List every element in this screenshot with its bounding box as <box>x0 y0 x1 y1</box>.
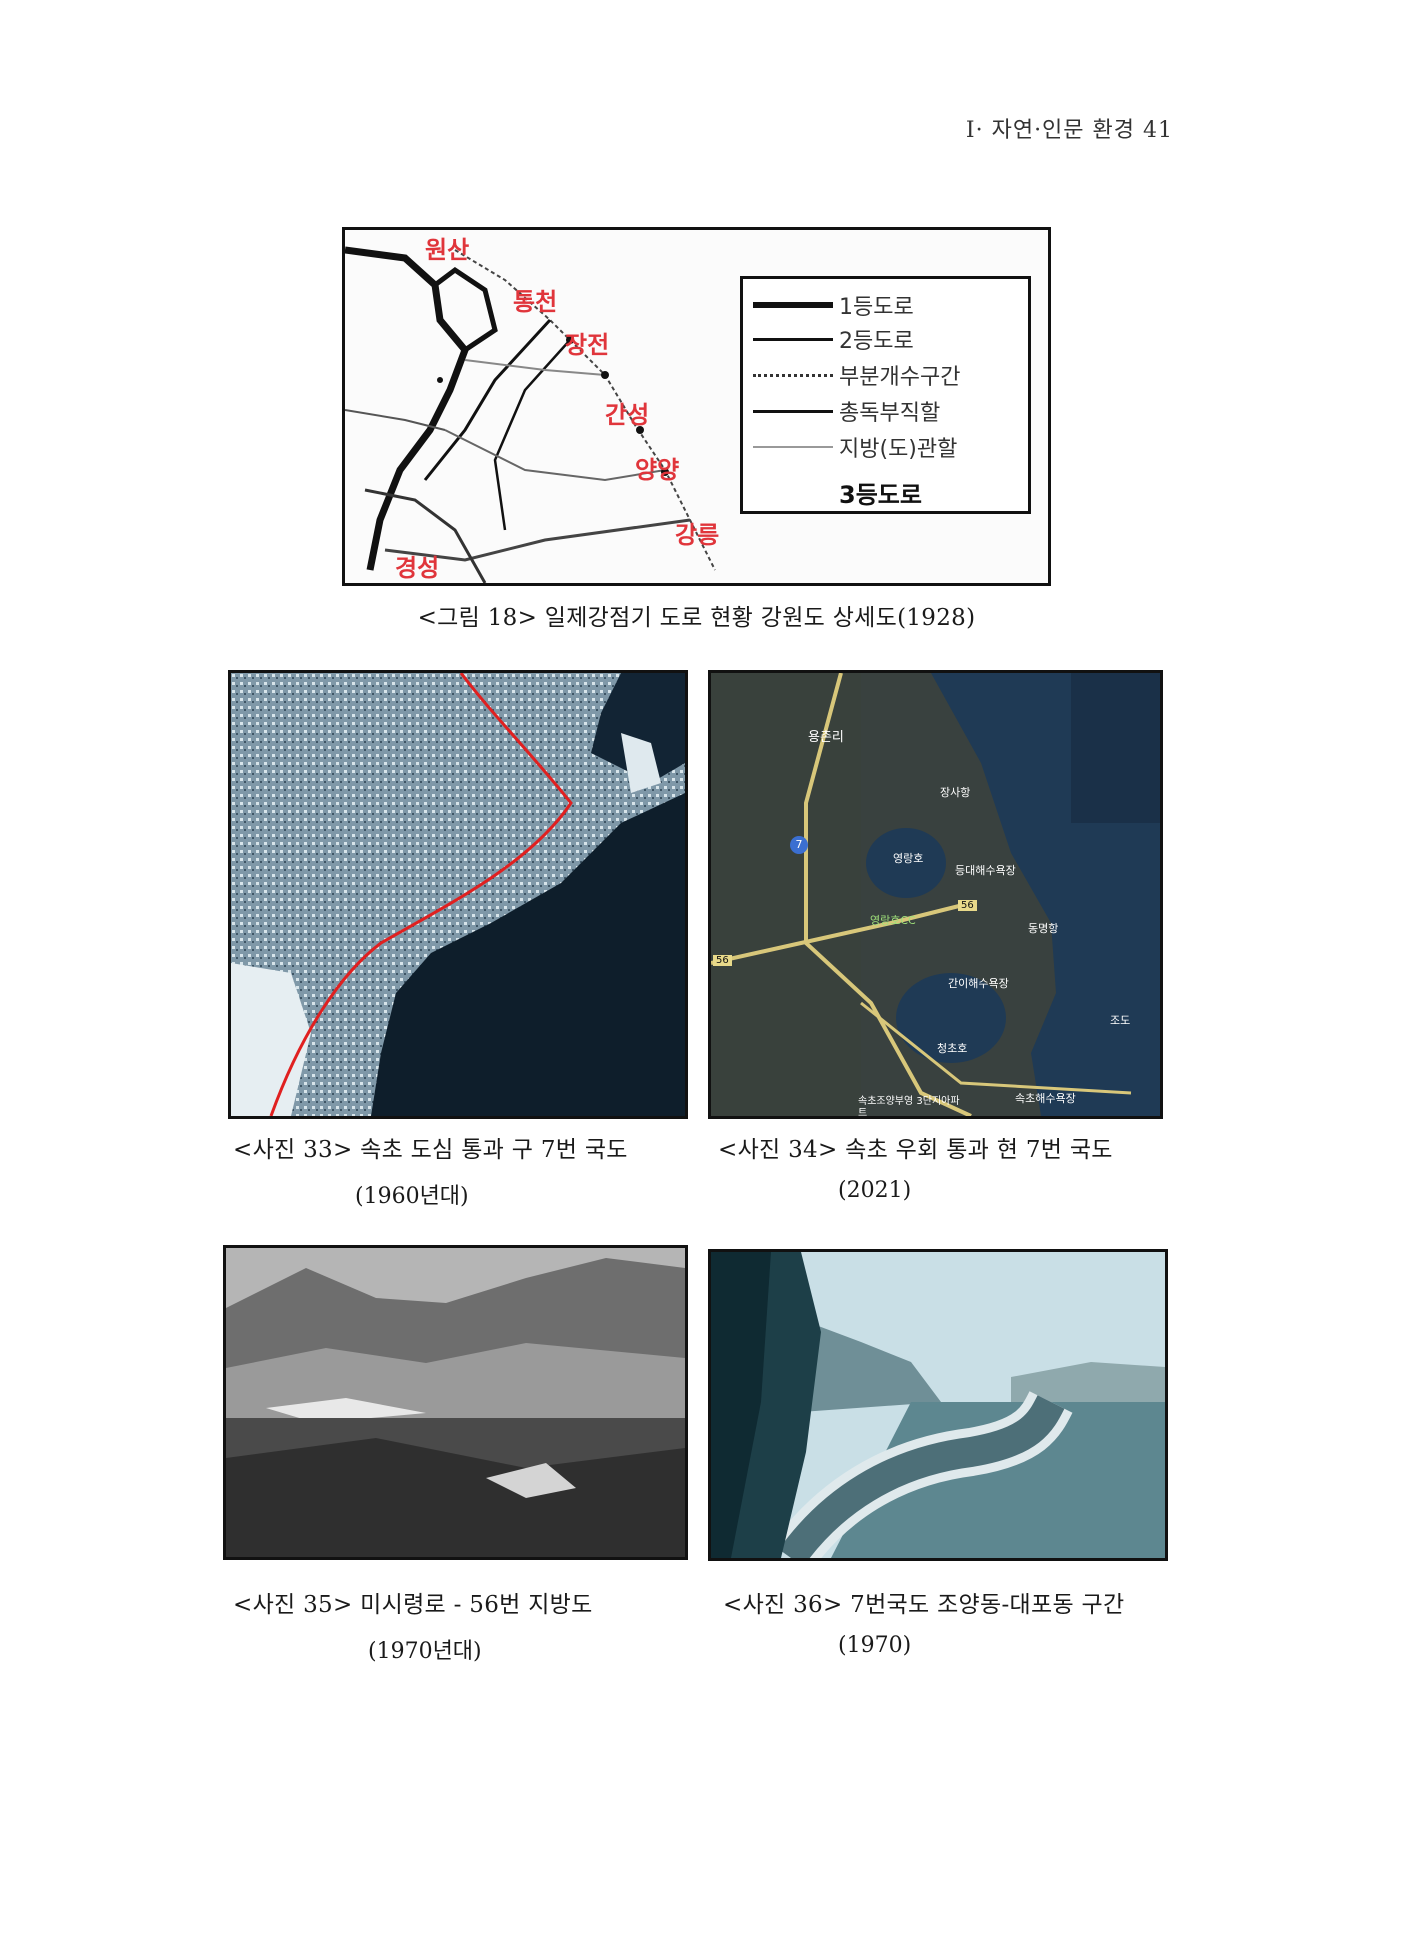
photo-33-caption: <사진 33> 속초 도심 통과 구 7번 국도 <box>233 1137 628 1163</box>
legend-medium-line <box>753 337 833 341</box>
satellite-map-2021 <box>708 670 1163 1119</box>
legend-thin-line <box>753 446 833 448</box>
legend-thick-line <box>753 302 833 308</box>
photo-33-year: (1960년대) <box>355 1184 469 1209</box>
map-label-yangyang: 양양 <box>635 456 680 484</box>
aerial-photo-1960s <box>228 670 688 1119</box>
map-label-jangjeon: 장전 <box>565 331 610 359</box>
map-label-gangneung: 강릉 <box>675 521 720 549</box>
photo-34-caption: <사진 34> 속초 우회 통과 현 7번 국도 <box>718 1137 1113 1163</box>
road-map-figure: 원산 통천 장전 간성 양양 강릉 경성 1등도로 2등도로 부분개수구간 총독… <box>342 227 1051 586</box>
photo-34-year: (2021) <box>838 1178 912 1203</box>
legend-item: 총독부직할 <box>753 395 940 427</box>
legend-label: 2등도로 <box>839 329 914 354</box>
map-label-tongcheon: 통천 <box>513 288 558 316</box>
aerial-photo-drawing <box>231 673 685 1116</box>
sat-label-lighthouse-beach: 등대해수욕장 <box>955 864 1016 877</box>
map-legend: 1등도로 2등도로 부분개수구간 총독부직할 지방(도)관할 3등도로 <box>740 276 1031 514</box>
sat-label-route-56b: 56 <box>713 955 732 966</box>
legend-label: 부분개수구간 <box>839 365 961 390</box>
sat-label-yeongnangho: 영랑호 <box>893 852 924 865</box>
legend-label: 총독부직할 <box>839 401 941 426</box>
photo-35-year: (1970년대) <box>368 1639 482 1664</box>
sat-label-jangsa: 장사항 <box>940 786 971 799</box>
photo-35-caption: <사진 35> 미시령로 - 56번 지방도 <box>233 1592 593 1618</box>
coastal-road-photo-1970 <box>708 1249 1168 1561</box>
photo-36-caption: <사진 36> 7번국도 조양동-대포동 구간 <box>723 1592 1125 1618</box>
sat-label-ganyi-beach: 간이해수욕장 <box>948 977 1009 990</box>
sat-label-dongmyeong: 동명항 <box>1028 922 1059 935</box>
sat-label-jodo: 조도 <box>1110 1014 1131 1027</box>
photo-36-year: (1970) <box>838 1633 912 1658</box>
coastal-road-drawing <box>711 1252 1165 1558</box>
satellite-map-drawing <box>711 673 1160 1116</box>
mountain-photo-1970s <box>223 1245 688 1560</box>
legend-item: 지방(도)관할 <box>753 431 957 463</box>
legend-item: 2등도로 <box>753 323 914 355</box>
map-label-gyeongseong: 경성 <box>395 554 440 582</box>
route-7-shield: 7 <box>790 836 808 854</box>
sat-label-cheongchoho: 청초호 <box>937 1042 968 1055</box>
legend-label: 1등도로 <box>839 295 914 320</box>
figure-18-caption: <그림 18> 일제강점기 도로 현황 강원도 상세도(1928) <box>417 605 976 631</box>
sat-label-route-56a: 56 <box>958 900 977 911</box>
mountain-photo-drawing <box>226 1248 685 1557</box>
sat-label-apartment: 속초조양부영 3단지아파트 <box>858 1096 960 1119</box>
legend-label: 지방(도)관할 <box>839 437 958 462</box>
legend-bold-label: 3등도로 <box>839 481 922 509</box>
legend-dotted-line <box>753 373 833 377</box>
map-label-ganseong: 간성 <box>605 401 650 429</box>
map-label-wonsan: 원산 <box>425 236 470 264</box>
sat-label-sokcho-beach: 속초해수욕장 <box>1015 1092 1076 1105</box>
legend-medium-line <box>753 409 833 413</box>
running-header: Ⅰ· 자연·인문 환경 41 <box>965 118 1173 143</box>
sat-label-golf: 영랑호CC <box>870 914 916 927</box>
sat-label-yongchon: 용촌리 <box>808 730 844 745</box>
legend-item: 부분개수구간 <box>753 359 960 391</box>
legend-item: 1등도로 <box>753 289 914 321</box>
